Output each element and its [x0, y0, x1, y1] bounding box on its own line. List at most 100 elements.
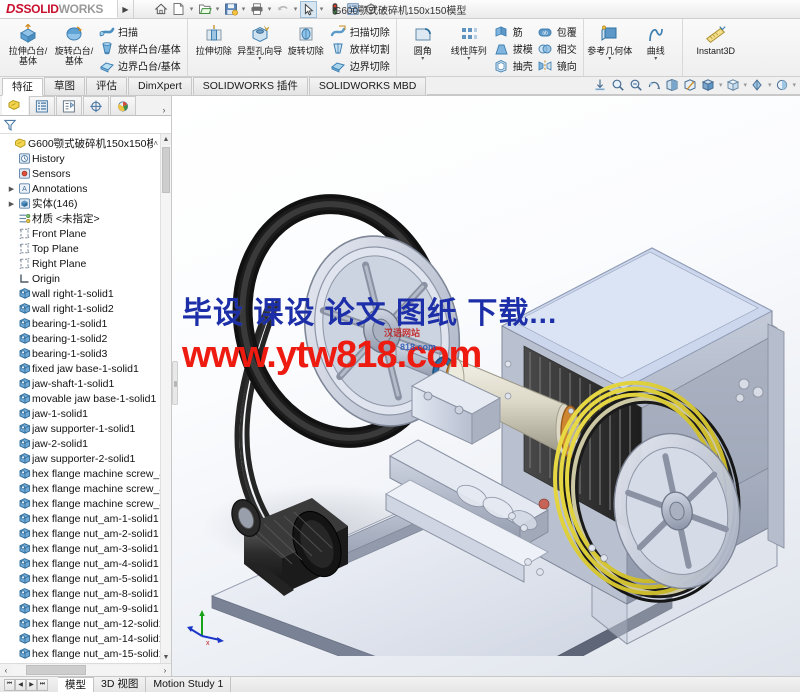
open-document-dropdown-icon[interactable]: ▾ [214, 5, 221, 13]
shell-button[interactable]: 抽壳 [492, 57, 536, 74]
instant3d-button[interactable]: Instant3D [686, 21, 746, 56]
file-properties-icon[interactable] [344, 1, 361, 18]
mirror-button[interactable]: 镜向 [536, 57, 580, 74]
feature-tree-item[interactable]: hex flange machine screw_am-2 [0, 466, 171, 481]
nav-prev-button[interactable]: ◀ [15, 678, 26, 691]
graphics-viewport[interactable]: 毕设 课设 论文 图纸 下载... www.ytw818.com 汉语网站 81… [172, 96, 800, 676]
feature-tree-item[interactable]: hex flange nut_am-12-solid1 [0, 616, 171, 631]
scene-dropdown-icon[interactable]: ▾ [792, 81, 796, 89]
home-icon[interactable] [152, 1, 169, 18]
curves-dropdown-icon[interactable]: ▾ [654, 56, 657, 62]
save-dropdown-icon[interactable]: ▾ [240, 5, 247, 13]
appearances-dropdown-icon[interactable]: ▾ [768, 81, 772, 89]
wrap-button[interactable]: ab 包覆 [536, 23, 580, 40]
feature-tree-item[interactable]: bearing-1-solid2 [0, 331, 171, 346]
save-icon[interactable] [222, 1, 239, 18]
feature-tree-item[interactable]: hex flange nut_am-3-solid1 [0, 541, 171, 556]
tab-sketch[interactable]: 草图 [44, 77, 85, 95]
status-tab-model[interactable]: 模型 [58, 677, 94, 692]
tree-scroll-down-icon[interactable]: ▼ [161, 652, 171, 663]
feature-tree-item[interactable]: jaw supporter-1-solid1 [0, 421, 171, 436]
undo-icon[interactable] [274, 1, 291, 18]
rotate-view-icon[interactable] [647, 78, 662, 93]
feature-tree-item[interactable]: ▶ 实体(146) [0, 196, 171, 211]
open-document-icon[interactable] [196, 1, 213, 18]
feature-tree-item[interactable]: Origin [0, 271, 171, 286]
tree-scroll-up-icon[interactable]: ▲ [161, 134, 171, 145]
tree-hscroll-right-icon[interactable]: › [159, 666, 171, 675]
sweep-button[interactable]: 扫描 [97, 23, 184, 40]
zoom-to-area-icon[interactable] [611, 78, 626, 93]
panel-splitter[interactable] [172, 96, 178, 676]
appearances-icon[interactable] [750, 78, 765, 93]
dimxpert-manager-tab[interactable] [83, 96, 109, 115]
reference-geometry-button[interactable]: 参考几何体 ▾ [587, 21, 633, 62]
feature-tree-item[interactable]: hex flange nut_am-2-solid1 [0, 526, 171, 541]
feature-tree-item[interactable]: bearing-1-solid1 [0, 316, 171, 331]
linear-pattern-button[interactable]: 线性阵列 ▾ [446, 21, 492, 62]
feature-tree-item[interactable]: hex flange machine screw_am-2 [0, 481, 171, 496]
feature-tree-item[interactable]: wall right-1-solid2 [0, 301, 171, 316]
options-dropdown-icon[interactable]: ▾ [380, 5, 387, 13]
loft-cut-button[interactable]: 放样切割 [329, 40, 393, 57]
sweep-cut-button[interactable]: 扫描切除 [329, 23, 393, 40]
select-pointer-icon[interactable] [300, 0, 317, 18]
feature-tree-item[interactable]: bearing-1-solid3 [0, 346, 171, 361]
rebuild-icon[interactable] [326, 1, 343, 18]
feature-tree-root[interactable]: G600颚式破碎机150x150模型 (Defa..˄ [0, 136, 171, 151]
tree-hscroll-track[interactable] [12, 665, 159, 675]
feature-tree-item[interactable]: hex flange nut_am-14-solid1 [0, 631, 171, 646]
feature-tree-item[interactable]: Top Plane [0, 241, 171, 256]
feature-tree-item[interactable]: Right Plane [0, 256, 171, 271]
draft-button[interactable]: 拔模 [492, 40, 536, 57]
feature-tree-vscrollbar[interactable]: ▲ ▼ [160, 134, 171, 663]
tab-solidworks-addins[interactable]: SOLIDWORKS 插件 [192, 77, 308, 95]
options-gear-icon[interactable] [362, 1, 379, 18]
section-view-icon[interactable] [665, 78, 680, 93]
zoom-in-out-icon[interactable] [629, 78, 644, 93]
feature-tree-item[interactable]: hex flange nut_am-9-solid1 [0, 601, 171, 616]
zoom-to-fit-icon[interactable] [593, 78, 608, 93]
feature-tree-item[interactable]: wall right-1-solid1 [0, 286, 171, 301]
extrude-boss-button[interactable]: 拉伸凸台/基体 [5, 21, 51, 66]
hole-wizard-dropdown-icon[interactable]: ▾ [258, 56, 261, 62]
tree-scroll-thumb[interactable] [162, 147, 170, 193]
rib-button[interactable]: 筋 [492, 23, 536, 40]
hole-wizard-button[interactable]: 异型孔向导 ▾ [237, 21, 283, 62]
feature-tree-item[interactable]: movable jaw base-1-solid1 [0, 391, 171, 406]
nav-next-button[interactable]: ▶ [26, 678, 37, 691]
display-style-icon[interactable] [701, 78, 716, 93]
display-manager-tab[interactable] [110, 96, 136, 115]
feature-tree-item[interactable]: jaw-2-solid1 [0, 436, 171, 451]
linear-pattern-dropdown-icon[interactable]: ▾ [467, 56, 470, 62]
feature-tree-hscrollbar[interactable]: ‹ › [0, 663, 171, 676]
new-document-icon[interactable] [170, 1, 187, 18]
feature-tree-item[interactable]: Sensors [0, 166, 171, 181]
boundary-cut-button[interactable]: 边界切除 [329, 57, 393, 74]
loft-boss-button[interactable]: 放样凸台/基体 [97, 40, 184, 57]
feature-tree-item[interactable]: ▶ A Annotations [0, 181, 171, 196]
print-dropdown-icon[interactable]: ▾ [266, 5, 273, 13]
feature-tree-item[interactable]: jaw-1-solid1 [0, 406, 171, 421]
feature-tree-item[interactable]: fixed jaw base-1-solid1 [0, 361, 171, 376]
tree-expand-arrow-icon[interactable]: ▶ [6, 200, 17, 208]
property-manager-tab[interactable] [29, 96, 55, 115]
curves-button[interactable]: 曲线 ▾ [633, 21, 679, 62]
scene-icon[interactable] [774, 78, 789, 93]
view-orientation-icon[interactable] [683, 78, 698, 93]
tab-solidworks-mbd[interactable]: SOLIDWORKS MBD [308, 77, 427, 95]
intersect-button[interactable]: 相交 [536, 40, 580, 57]
feature-tree-item[interactable]: jaw-shaft-1-solid1 [0, 376, 171, 391]
panel-splitter-grip[interactable] [172, 361, 178, 405]
extrude-cut-button[interactable]: 拉伸切除 [191, 21, 237, 56]
display-style-dropdown-icon[interactable]: ▾ [719, 81, 723, 89]
feature-tree-item[interactable]: hex flange nut_am-5-solid1 [0, 571, 171, 586]
fillet-dropdown-icon[interactable]: ▾ [421, 56, 424, 62]
fillet-button[interactable]: 圆角 ▾ [400, 21, 446, 62]
feature-tree-item[interactable]: hex flange nut_am-8-solid1 [0, 586, 171, 601]
feature-tree-item[interactable]: hex flange nut_am-15-solid1 [0, 646, 171, 661]
select-dropdown-icon[interactable]: ▾ [318, 5, 325, 13]
feature-tree-item[interactable]: jaw supporter-2-solid1 [0, 451, 171, 466]
boundary-boss-button[interactable]: 边界凸台/基体 [97, 57, 184, 74]
configuration-manager-tab[interactable] [56, 96, 82, 115]
